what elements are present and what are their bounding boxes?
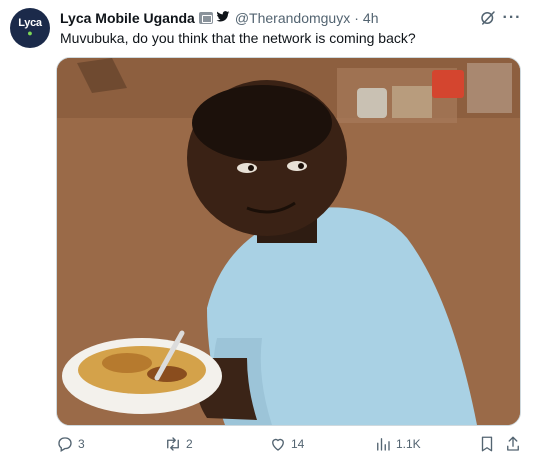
- tweet[interactable]: Lyca ● Lyca Mobile Uganda @Therandomguyx…: [0, 0, 541, 467]
- analytics-icon: [377, 438, 390, 451]
- reply-icon: [58, 437, 72, 452]
- share-button[interactable]: [504, 433, 526, 455]
- like-count: 14: [291, 437, 305, 451]
- display-name[interactable]: Lyca Mobile Uganda: [60, 10, 195, 26]
- bookmark-button[interactable]: [478, 433, 500, 455]
- affiliate-badge-icon[interactable]: [198, 12, 213, 24]
- like-button[interactable]: 14: [269, 433, 304, 455]
- bird-icon: [216, 10, 230, 26]
- tweet-media-photo[interactable]: [56, 57, 521, 426]
- retweet-icon: [167, 437, 179, 451]
- reply-count: 3: [78, 437, 85, 451]
- grok-icon[interactable]: [478, 8, 498, 28]
- views-count: 1.1K: [396, 437, 421, 451]
- avatar[interactable]: Lyca ●: [10, 8, 50, 48]
- tweet-actions: 3 2 14 1.1K: [56, 433, 521, 455]
- tweet-header: Lyca Mobile Uganda @Therandomguyx · 4h: [60, 9, 378, 27]
- retweet-count: 2: [186, 437, 193, 451]
- heart-icon: [272, 438, 284, 451]
- share-icon: [507, 436, 519, 451]
- retweet-button[interactable]: 2: [164, 433, 193, 455]
- author-handle[interactable]: @Therandomguyx: [235, 10, 350, 26]
- separator-dot: ·: [354, 10, 359, 26]
- tweet-text: Muvubuka, do you think that the network …: [60, 30, 416, 46]
- bookmark-icon: [481, 436, 493, 452]
- more-options-icon[interactable]: ···: [502, 8, 522, 28]
- avatar-logo-dot-icon: ●: [27, 28, 33, 38]
- reply-button[interactable]: 3: [56, 433, 85, 455]
- views-button[interactable]: 1.1K: [374, 433, 421, 455]
- tweet-timestamp[interactable]: 4h: [363, 10, 379, 26]
- meme-photo: [57, 58, 520, 425]
